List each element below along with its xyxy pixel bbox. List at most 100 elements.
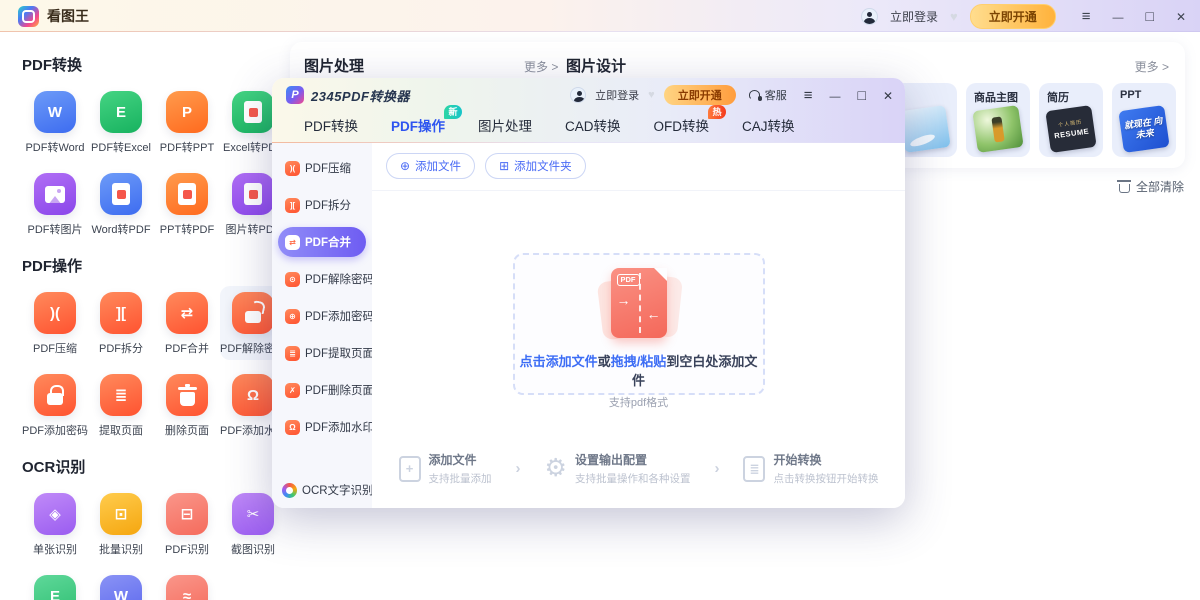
support-link[interactable]: 客服 xyxy=(765,87,787,103)
sidebar-item-pdf-split[interactable]: ][ PDF拆分 xyxy=(278,190,366,220)
add-folder-button[interactable]: 添加文件夹 xyxy=(485,153,586,179)
tab-pdf-convert[interactable]: PDF转换 xyxy=(304,115,358,135)
hot-badge: 热 xyxy=(708,105,726,119)
dialog-logo-icon: P xyxy=(286,86,304,104)
dialog-maximize-icon[interactable] xyxy=(857,88,865,102)
step-configure-output: 设置输出配置 支持批量操作和各种设置 xyxy=(545,451,691,486)
tool-pdf-compress[interactable]: )( PDF压缩 xyxy=(22,286,88,360)
tool-ppt-to-pdf[interactable]: PPT转PDF xyxy=(154,167,220,241)
arrow-left-icon: ← xyxy=(647,307,661,321)
split-icon: ][ xyxy=(285,198,300,213)
tool-pdf-to-word[interactable]: W PDF转Word xyxy=(22,85,88,159)
design-card-ppt[interactable]: PPT 就现在 向未来 xyxy=(1112,83,1176,157)
word-to-pdf-icon xyxy=(100,173,142,215)
tab-caj-convert[interactable]: CAJ转换 xyxy=(742,115,795,135)
dialog-login-link[interactable]: 立即登录 xyxy=(595,87,639,103)
sidebar-item-pdf-compress[interactable]: )( PDF压缩 xyxy=(278,153,366,183)
sidebar-item-ocr-text[interactable]: OCR文字识别 xyxy=(282,482,374,498)
pdf-label: PDF xyxy=(617,274,640,286)
step-add-file: 添加文件 支持批量添加 xyxy=(399,451,492,486)
minimize-icon[interactable] xyxy=(1112,9,1123,24)
sidebar-item-pdf-watermark[interactable]: Ω PDF添加水印 xyxy=(278,412,366,442)
design-card-product[interactable]: 商品主图 xyxy=(966,83,1030,157)
tool-pdf-split[interactable]: ][ PDF拆分 xyxy=(88,286,154,360)
new-badge: 新 xyxy=(444,105,462,119)
image-design-more-link[interactable]: 更多 > xyxy=(1135,58,1169,75)
menu-icon[interactable] xyxy=(1082,9,1091,24)
tab-pdf-operate[interactable]: PDF操作 新 xyxy=(391,115,445,135)
sidebar-item-pdf-add-password[interactable]: ⊕ PDF添加密码 xyxy=(278,301,366,331)
vip-heart-icon[interactable]: ♥ xyxy=(950,9,958,24)
tool-image-to-word[interactable]: W 图片转Word xyxy=(88,569,154,600)
image-processing-more-link[interactable]: 更多 > xyxy=(524,58,558,75)
step-start-convert: 开始转换 点击转换按钮开始转换 xyxy=(743,451,878,486)
clear-all-button[interactable]: 全部清除 xyxy=(1119,178,1184,195)
excel-to-pdf-icon xyxy=(232,91,274,133)
delete-icon: ✗ xyxy=(285,383,300,398)
main-titlebar: 看图王 立即登录 ♥ 立即开通 xyxy=(0,0,1200,32)
tool-delete-pages[interactable]: 删除页面 xyxy=(154,368,220,442)
close-icon[interactable] xyxy=(1176,9,1186,23)
arrow-right-icon: → xyxy=(617,293,631,307)
ocr-single-icon: ◈ xyxy=(34,493,76,535)
dialog-avatar-icon[interactable] xyxy=(570,87,586,103)
sidebar-item-pdf-merge[interactable]: ⇄ PDF合并 xyxy=(278,227,366,257)
tool-pdf-to-ppt[interactable]: P PDF转PPT xyxy=(154,85,220,159)
tool-pdf-to-excel[interactable]: E PDF转Excel xyxy=(88,85,154,159)
tool-pdf-add-password[interactable]: PDF添加密码 xyxy=(22,368,88,442)
app-title: 看图王 xyxy=(47,6,89,26)
dropzone-hint: 支持pdf格式 xyxy=(515,394,763,410)
design-card-resume[interactable]: 简历 个人简历 RESUME xyxy=(1039,83,1103,157)
sidebar-item-pdf-extract-pages[interactable]: ≣ PDF提取页面 xyxy=(278,338,366,368)
tool-extract-pages[interactable]: ≣ 提取页面 xyxy=(88,368,154,442)
image-processing-title: 图片处理 xyxy=(304,55,364,76)
pdf-merge-icon: ⇄ xyxy=(166,292,208,334)
ppt-to-pdf-icon xyxy=(166,173,208,215)
tool-image-to-excel[interactable]: E 图片转Excel xyxy=(22,569,88,600)
maximize-icon[interactable] xyxy=(1145,9,1153,23)
image-to-word-icon: W xyxy=(100,575,142,600)
tool-ocr-image-to-pdf[interactable]: ≈ 图片转PDF xyxy=(154,569,220,600)
dialog-minimize-icon[interactable] xyxy=(829,88,840,103)
tab-image-processing[interactable]: 图片处理 xyxy=(478,115,532,135)
dialog-vip-heart-icon[interactable]: ♥ xyxy=(648,89,655,101)
tool-pdf-to-image[interactable]: PDF转图片 xyxy=(22,167,88,241)
file-dropzone[interactable]: PDF → ← 点击添加文件或拖拽/粘贴到空白处添加文件 支持pdf格式 xyxy=(513,253,765,395)
watermark-icon: Ω xyxy=(285,420,300,435)
chevron-right-icon xyxy=(714,460,719,477)
tool-ocr-single[interactable]: ◈ 单张识别 xyxy=(22,487,88,561)
merge-divider xyxy=(639,273,641,333)
dialog-close-icon[interactable] xyxy=(883,88,893,102)
dialog-menu-icon[interactable] xyxy=(804,88,813,103)
left-tool-panel: PDF转换 W PDF转Word E PDF转Excel P PDF转PPT E… xyxy=(0,32,288,600)
ocr-batch-icon: ⊡ xyxy=(100,493,142,535)
sidebar-item-pdf-remove-password[interactable]: ⊙ PDF解除密码 xyxy=(278,264,366,294)
merge-icon: ⇄ xyxy=(285,235,300,250)
design-thumb-resume: 个人简历 RESUME xyxy=(1045,105,1096,153)
sidebar-item-pdf-delete-pages[interactable]: ✗ PDF删除页面 xyxy=(278,375,366,405)
extract-icon: ≣ xyxy=(285,346,300,361)
unlock-icon: ⊙ xyxy=(285,272,300,287)
user-avatar-icon[interactable] xyxy=(861,8,878,25)
upgrade-button[interactable]: 立即开通 xyxy=(970,4,1056,29)
pdf-merge-illustration: PDF → ← xyxy=(596,267,682,345)
gear-icon xyxy=(545,456,567,481)
dialog-upgrade-button[interactable]: 立即开通 xyxy=(664,85,736,105)
tool-pdf-merge[interactable]: ⇄ PDF合并 xyxy=(154,286,220,360)
login-link[interactable]: 立即登录 xyxy=(890,8,938,25)
pdf-split-icon: ][ xyxy=(100,292,142,334)
dialog-main-area: 添加文件 添加文件夹 PDF → ← xyxy=(372,143,905,508)
add-file-button[interactable]: 添加文件 xyxy=(386,153,475,179)
pdf-to-word-icon: W xyxy=(34,91,76,133)
dialog-title: 2345PDF转换器 xyxy=(311,86,410,105)
image-design-title: 图片设计 xyxy=(566,55,626,76)
tool-ocr-pdf[interactable]: ⊟ PDF识别 xyxy=(154,487,220,561)
tool-ocr-batch[interactable]: ⊡ 批量识别 xyxy=(88,487,154,561)
chevron-right-icon xyxy=(516,460,521,477)
headset-icon[interactable] xyxy=(749,90,760,100)
ocr-image-to-pdf-icon: ≈ xyxy=(166,575,208,600)
dialog-tabs: PDF转换 PDF操作 新 图片处理 CAD转换 OFD转换 热 CAJ转换 xyxy=(272,105,905,135)
tool-word-to-pdf[interactable]: Word转PDF xyxy=(88,167,154,241)
tab-ofd-convert[interactable]: OFD转换 热 xyxy=(654,115,710,135)
tab-cad-convert[interactable]: CAD转换 xyxy=(565,115,621,135)
